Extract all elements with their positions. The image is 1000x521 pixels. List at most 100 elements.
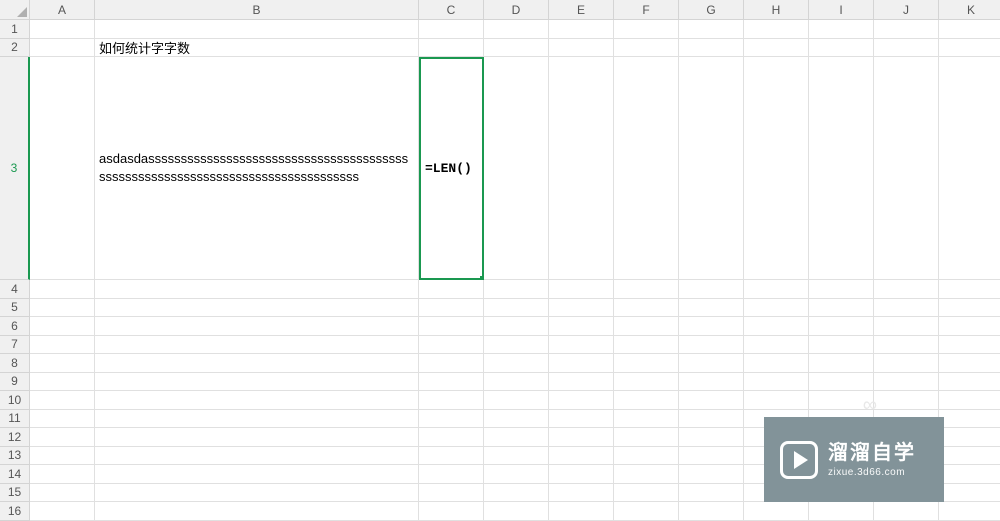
cell-K14[interactable]	[939, 465, 1000, 484]
cell-J8[interactable]	[874, 354, 939, 373]
cell-I5[interactable]	[809, 299, 874, 318]
cell-E1[interactable]	[549, 20, 614, 39]
cell-H4[interactable]	[744, 280, 809, 299]
row-header-1[interactable]: 1	[0, 20, 30, 39]
cell-E13[interactable]	[549, 447, 614, 466]
cell-I8[interactable]	[809, 354, 874, 373]
cell-K1[interactable]	[939, 20, 1000, 39]
cell-E15[interactable]	[549, 484, 614, 503]
cell-F14[interactable]	[614, 465, 679, 484]
cell-I4[interactable]	[809, 280, 874, 299]
cell-J3[interactable]	[874, 57, 939, 280]
cell-I16[interactable]	[809, 502, 874, 521]
cell-G15[interactable]	[679, 484, 744, 503]
row-header-6[interactable]: 6	[0, 317, 30, 336]
cell-B9[interactable]	[95, 373, 419, 392]
cell-J1[interactable]	[874, 20, 939, 39]
col-header-C[interactable]: C	[419, 0, 484, 20]
cell-D14[interactable]	[484, 465, 549, 484]
cell-K16[interactable]	[939, 502, 1000, 521]
row-header-4[interactable]: 4	[0, 280, 30, 299]
cell-B1[interactable]	[95, 20, 419, 39]
cell-G7[interactable]	[679, 336, 744, 355]
cell-B14[interactable]	[95, 465, 419, 484]
cell-E7[interactable]	[549, 336, 614, 355]
cell-J5[interactable]	[874, 299, 939, 318]
cell-F16[interactable]	[614, 502, 679, 521]
cell-D11[interactable]	[484, 410, 549, 429]
cell-C11[interactable]	[419, 410, 484, 429]
cell-C9[interactable]	[419, 373, 484, 392]
cell-K6[interactable]	[939, 317, 1000, 336]
row-header-11[interactable]: 11	[0, 410, 30, 429]
cell-A14[interactable]	[30, 465, 95, 484]
cell-E11[interactable]	[549, 410, 614, 429]
cell-J16[interactable]	[874, 502, 939, 521]
cell-F10[interactable]	[614, 391, 679, 410]
cell-G9[interactable]	[679, 373, 744, 392]
cell-F4[interactable]	[614, 280, 679, 299]
cell-G12[interactable]	[679, 428, 744, 447]
cell-B16[interactable]	[95, 502, 419, 521]
cell-C4[interactable]	[419, 280, 484, 299]
cell-F5[interactable]	[614, 299, 679, 318]
cell-A10[interactable]	[30, 391, 95, 410]
cell-K2[interactable]	[939, 39, 1000, 58]
cell-D8[interactable]	[484, 354, 549, 373]
cell-K4[interactable]	[939, 280, 1000, 299]
cell-C12[interactable]	[419, 428, 484, 447]
cell-F11[interactable]	[614, 410, 679, 429]
col-header-K[interactable]: K	[939, 0, 1000, 20]
cell-H8[interactable]	[744, 354, 809, 373]
cell-I1[interactable]	[809, 20, 874, 39]
cell-A3[interactable]	[30, 57, 95, 280]
cell-I6[interactable]	[809, 317, 874, 336]
cell-D9[interactable]	[484, 373, 549, 392]
cell-F9[interactable]	[614, 373, 679, 392]
cell-A6[interactable]	[30, 317, 95, 336]
cell-E16[interactable]	[549, 502, 614, 521]
col-header-I[interactable]: I	[809, 0, 874, 20]
cell-B7[interactable]	[95, 336, 419, 355]
cell-F3[interactable]	[614, 57, 679, 280]
cell-G16[interactable]	[679, 502, 744, 521]
cell-B3[interactable]: asdasdasssssssssssssssssssssssssssssssss…	[95, 57, 419, 280]
cell-D15[interactable]	[484, 484, 549, 503]
cell-B13[interactable]	[95, 447, 419, 466]
cell-E8[interactable]	[549, 354, 614, 373]
col-header-G[interactable]: G	[679, 0, 744, 20]
cell-C13[interactable]	[419, 447, 484, 466]
cell-B6[interactable]	[95, 317, 419, 336]
cell-K3[interactable]	[939, 57, 1000, 280]
cell-A4[interactable]	[30, 280, 95, 299]
cell-G5[interactable]	[679, 299, 744, 318]
row-header-10[interactable]: 10	[0, 391, 30, 410]
cell-A5[interactable]	[30, 299, 95, 318]
cell-F2[interactable]	[614, 39, 679, 58]
cell-D12[interactable]	[484, 428, 549, 447]
cell-E4[interactable]	[549, 280, 614, 299]
cell-C2[interactable]	[419, 39, 484, 58]
cell-D16[interactable]	[484, 502, 549, 521]
cell-I7[interactable]	[809, 336, 874, 355]
cell-C6[interactable]	[419, 317, 484, 336]
cell-H6[interactable]	[744, 317, 809, 336]
col-header-A[interactable]: A	[30, 0, 95, 20]
cell-E6[interactable]	[549, 317, 614, 336]
col-header-E[interactable]: E	[549, 0, 614, 20]
cell-A8[interactable]	[30, 354, 95, 373]
cell-C5[interactable]	[419, 299, 484, 318]
cell-G14[interactable]	[679, 465, 744, 484]
cell-H5[interactable]	[744, 299, 809, 318]
cell-H1[interactable]	[744, 20, 809, 39]
cell-B11[interactable]	[95, 410, 419, 429]
cell-E9[interactable]	[549, 373, 614, 392]
row-header-3[interactable]: 3	[0, 57, 30, 280]
cell-C7[interactable]	[419, 336, 484, 355]
row-header-14[interactable]: 14	[0, 465, 30, 484]
row-header-5[interactable]: 5	[0, 299, 30, 318]
cell-K10[interactable]	[939, 391, 1000, 410]
cell-J2[interactable]	[874, 39, 939, 58]
cell-B2[interactable]: 如何统计字字数	[95, 39, 419, 58]
cell-G11[interactable]	[679, 410, 744, 429]
